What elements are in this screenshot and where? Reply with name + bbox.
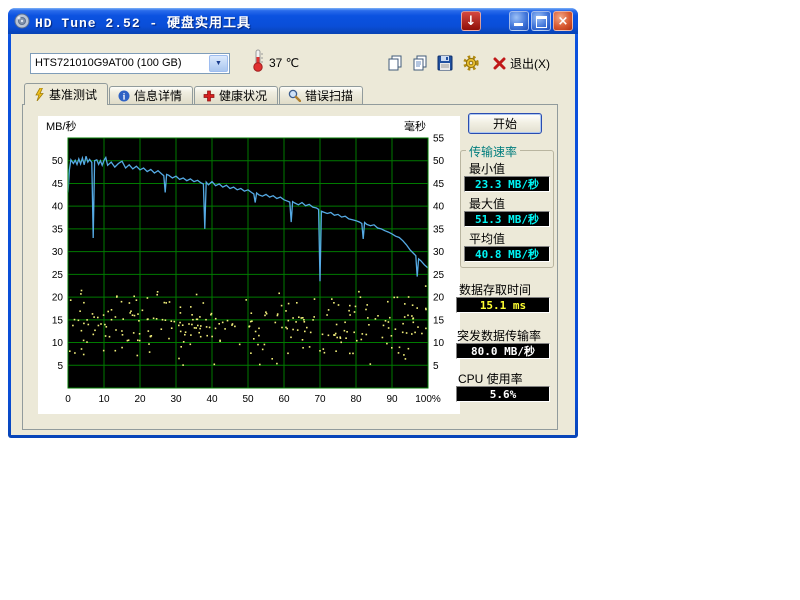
- temperature-label: 37 ℃: [269, 56, 299, 70]
- window-controls: ↓ ×: [461, 11, 573, 31]
- info-icon: i: [118, 90, 130, 102]
- min-value: 23.3 MB/秒: [464, 176, 550, 192]
- exit-label: 退出(X): [510, 55, 550, 72]
- drive-select-combo[interactable]: HTS721010G9AT00 (100 GB) ▼: [30, 53, 230, 74]
- magnifier-icon: [288, 89, 301, 102]
- svg-text:40: 40: [206, 394, 218, 405]
- access-time-value: 15.1 ms: [456, 297, 550, 313]
- minimize-icon: [514, 23, 523, 26]
- benchmark-chart: 0102030405060708090100%55504540353025201…: [38, 116, 460, 414]
- max-value: 51.3 MB/秒: [464, 211, 550, 227]
- save-icon: [436, 54, 454, 72]
- gear-icon: [462, 54, 480, 72]
- download-button[interactable]: ↓: [461, 11, 481, 31]
- svg-text:50: 50: [242, 394, 254, 405]
- svg-text:MB/秒: MB/秒: [46, 119, 77, 133]
- start-button[interactable]: 开始: [468, 113, 542, 134]
- health-cross-icon: [203, 90, 215, 102]
- copy-text-icon: [411, 54, 429, 72]
- copy-screenshot-button[interactable]: [384, 52, 406, 74]
- svg-text:10: 10: [433, 338, 445, 349]
- svg-text:50: 50: [433, 156, 445, 167]
- burst-rate-value: 80.0 MB/秒: [456, 343, 550, 359]
- svg-text:5: 5: [433, 361, 439, 372]
- cpu-usage-label: CPU 使用率: [458, 370, 523, 387]
- app-icon: [14, 13, 30, 29]
- options-button[interactable]: [460, 52, 482, 74]
- svg-text:80: 80: [350, 394, 362, 405]
- tab-benchmark[interactable]: 基准测试: [24, 83, 108, 105]
- svg-text:25: 25: [433, 270, 445, 281]
- max-label: 最大值: [469, 195, 505, 212]
- access-time-label: 数据存取时间: [459, 281, 531, 298]
- svg-text:45: 45: [52, 179, 64, 190]
- svg-text:25: 25: [52, 270, 64, 281]
- svg-text:20: 20: [52, 293, 64, 304]
- tab-info[interactable]: i 信息详情: [109, 86, 193, 104]
- svg-text:40: 40: [52, 202, 64, 213]
- svg-text:10: 10: [98, 394, 110, 405]
- svg-text:毫秒: 毫秒: [404, 119, 426, 133]
- svg-text:15: 15: [52, 315, 64, 326]
- maximize-button[interactable]: [531, 11, 551, 31]
- svg-text:35: 35: [52, 224, 64, 235]
- svg-text:55: 55: [433, 134, 445, 145]
- svg-text:30: 30: [433, 247, 445, 258]
- svg-text:35: 35: [433, 224, 445, 235]
- title-bar[interactable]: HD Tune 2.52 - 硬盘实用工具 ↓ ×: [8, 8, 578, 34]
- svg-text:50: 50: [52, 156, 64, 167]
- tab-error-scan-label: 错误扫描: [305, 87, 353, 104]
- svg-text:5: 5: [57, 361, 63, 372]
- svg-text:30: 30: [170, 394, 182, 405]
- tab-info-label: 信息详情: [134, 87, 182, 104]
- tab-benchmark-label: 基准测试: [49, 86, 97, 103]
- close-icon: ×: [558, 14, 569, 29]
- down-arrow-icon: ↓: [466, 14, 477, 29]
- svg-text:30: 30: [52, 247, 64, 258]
- copy-screenshot-icon: [386, 54, 404, 72]
- hdtune-window: HD Tune 2.52 - 硬盘实用工具 ↓ × HTS7210: [8, 8, 578, 438]
- svg-text:15: 15: [433, 315, 445, 326]
- svg-text:20: 20: [134, 394, 146, 405]
- tab-health-label: 健康状况: [219, 87, 267, 104]
- min-label: 最小值: [469, 160, 505, 177]
- avg-value: 40.8 MB/秒: [464, 246, 550, 262]
- svg-text:60: 60: [278, 394, 290, 405]
- save-screenshot-button[interactable]: [434, 52, 456, 74]
- tab-error-scan[interactable]: 错误扫描: [279, 86, 363, 104]
- chart-card: 0102030405060708090100%55504540353025201…: [38, 116, 460, 414]
- avg-label: 平均值: [469, 230, 505, 247]
- minimize-button[interactable]: [509, 11, 529, 31]
- window-title: HD Tune 2.52 - 硬盘实用工具: [35, 12, 251, 31]
- svg-text:0: 0: [65, 394, 71, 405]
- svg-text:20: 20: [433, 293, 445, 304]
- desktop: HD Tune 2.52 - 硬盘实用工具 ↓ × HTS7210: [0, 0, 800, 600]
- svg-text:40: 40: [433, 202, 445, 213]
- combo-dropdown-button[interactable]: ▼: [209, 55, 228, 72]
- thermometer-icon: [252, 49, 265, 76]
- maximize-icon: [536, 16, 547, 28]
- copy-text-button[interactable]: [409, 52, 431, 74]
- close-button[interactable]: ×: [553, 11, 573, 31]
- transfer-rate-group-title: 传输速率: [466, 143, 520, 160]
- svg-text:10: 10: [52, 338, 64, 349]
- chevron-down-icon: ▼: [215, 60, 222, 67]
- svg-text:100%: 100%: [415, 394, 441, 405]
- client-area: HTS721010G9AT00 (100 GB) ▼ 37 ℃: [11, 34, 575, 435]
- burst-rate-label: 突发数据传输率: [457, 327, 541, 344]
- cpu-usage-value: 5.6%: [456, 386, 550, 402]
- exit-x-icon: [493, 57, 506, 70]
- benchmark-icon: [33, 88, 45, 101]
- svg-text:70: 70: [314, 394, 326, 405]
- svg-text:90: 90: [386, 394, 398, 405]
- drive-select-value: HTS721010G9AT00 (100 GB): [35, 57, 182, 69]
- svg-text:45: 45: [433, 179, 445, 190]
- tab-health[interactable]: 健康状况: [194, 86, 278, 104]
- exit-button[interactable]: 退出(X): [489, 52, 554, 74]
